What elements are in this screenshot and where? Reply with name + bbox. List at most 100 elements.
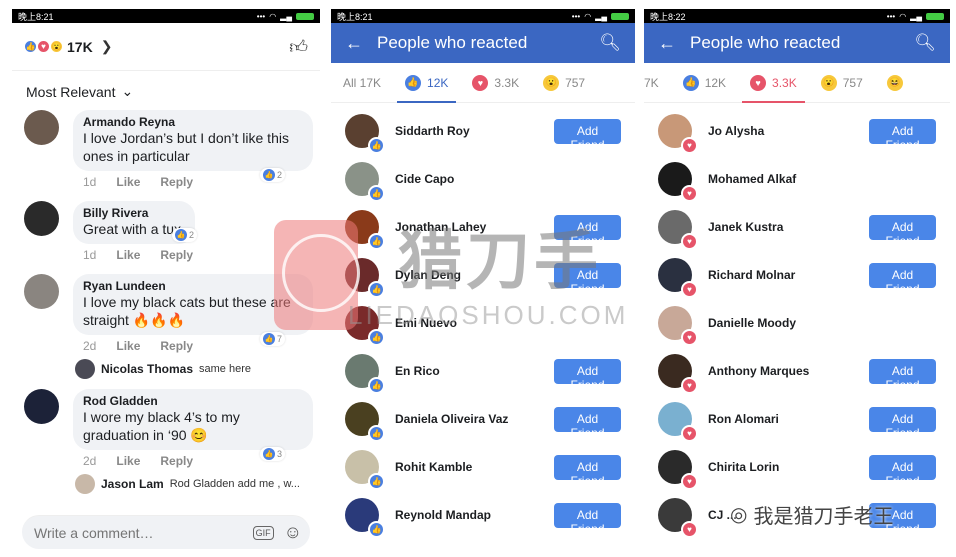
tab-like[interactable]: 👍 12K (393, 63, 460, 103)
reply-preview[interactable]: Jason Lam Rod Gladden add me , w... (75, 474, 320, 494)
tab-love[interactable]: ♥ 3.3K (460, 63, 531, 102)
like-icon: 👍 (263, 448, 275, 460)
person-avatar[interactable]: ♥ (658, 498, 698, 538)
commenter-name[interactable]: Billy Rivera (83, 206, 185, 220)
reaction-tabs: 7K 👍 12K ♥ 3.3K 😮 757 😆 (644, 63, 950, 103)
signature-text: 我是猎刀手老王 (753, 506, 894, 528)
comment-like-count[interactable]: 👍 2 (260, 168, 286, 182)
comment-like-count[interactable]: 👍 3 (260, 447, 286, 461)
reply-author: Jason Lam (101, 477, 164, 491)
person-name[interactable]: Reynold Mandap (395, 508, 554, 522)
comment-like-count[interactable]: 👍 2 (172, 228, 198, 242)
reply-link[interactable]: Reply (160, 339, 193, 353)
comment-age: 1d (83, 175, 97, 189)
person-row: ♥ Jo Alysha Add Friend (644, 107, 950, 155)
reply-link[interactable]: Reply (160, 248, 193, 262)
add-friend-button[interactable]: Add Friend (869, 118, 936, 152)
tab-all[interactable]: 7K (644, 63, 671, 102)
person-name[interactable]: Ron Alomari (708, 412, 869, 426)
search-icon[interactable]: 🔍︎ (599, 33, 621, 53)
commenter-avatar[interactable] (24, 274, 59, 309)
reaction-total: 17K (67, 38, 93, 55)
person-name[interactable]: Siddarth Roy (395, 124, 554, 138)
commenter-name[interactable]: Armando Reyna (83, 115, 303, 129)
person-avatar[interactable]: ♥ (658, 162, 698, 202)
back-arrow-icon[interactable]: ← (658, 33, 676, 54)
person-avatar[interactable]: ♥ (658, 114, 698, 154)
person-avatar[interactable]: 👍 (345, 402, 385, 442)
person-avatar[interactable]: 👍 (345, 354, 385, 394)
status-time: 晚上8:22 (650, 11, 686, 22)
like-icon: 👍 (263, 333, 275, 345)
commenter-avatar[interactable] (24, 201, 59, 236)
reactions-header: 👍 ♥ 😮 17K ❯ 👍︎ (12, 23, 320, 71)
add-friend-button[interactable]: Add Friend (554, 118, 621, 152)
person-avatar[interactable]: ♥ (658, 402, 698, 442)
person-name[interactable]: Chirita Lorin (708, 460, 869, 474)
like-link[interactable]: Like (116, 454, 140, 468)
status-bar: 晚上8:21 ••• ◠ ▂▄ (12, 9, 320, 23)
gif-button[interactable]: GIF (252, 525, 274, 540)
add-friend-button[interactable]: Add Friend (554, 358, 621, 392)
comment-like-count[interactable]: 👍 7 (260, 332, 286, 346)
person-name[interactable]: Daniela Oliveira Vaz (395, 412, 554, 426)
emoji-icon[interactable]: ☺ (284, 522, 302, 543)
person-name[interactable]: Jo Alysha (708, 124, 869, 138)
tab-wow[interactable]: 😮 757 (809, 63, 875, 102)
like-link[interactable]: Like (116, 339, 140, 353)
add-friend-button[interactable]: Add Friend (869, 262, 936, 296)
sort-dropdown[interactable]: Most Relevant ⌄ (12, 71, 320, 110)
person-avatar[interactable]: ♥ (658, 450, 698, 490)
commenter-name[interactable]: Rod Gladden (83, 394, 303, 408)
love-badge-icon: ♥ (681, 377, 698, 394)
person-avatar[interactable]: ♥ (658, 258, 698, 298)
add-friend-button[interactable]: Add Friend (554, 502, 621, 536)
battery-icon (926, 12, 944, 20)
add-friend-button[interactable]: Add Friend (554, 406, 621, 440)
tab-label: 757 (842, 75, 863, 90)
love-badge-icon: ♥ (681, 233, 698, 250)
add-friend-button[interactable]: Add Friend (554, 454, 621, 488)
tab-love[interactable]: ♥ 3.3K (738, 63, 809, 103)
person-name[interactable]: Richard Molnar (708, 268, 869, 282)
person-name[interactable]: Anthony Marques (708, 364, 869, 378)
reply-preview[interactable]: Nicolas Thomas same here (75, 359, 320, 379)
person-avatar[interactable]: ♥ (658, 354, 698, 394)
person-avatar[interactable]: 👍 (345, 498, 385, 538)
person-avatar[interactable]: 👍 (345, 114, 385, 154)
tab-all[interactable]: All 17K (331, 63, 393, 102)
reply-text: Rod Gladden add me , w... (169, 478, 300, 490)
person-avatar[interactable]: 👍 (345, 162, 385, 202)
person-name[interactable]: En Rico (395, 364, 554, 378)
tab-wow[interactable]: 😮 757 (531, 63, 597, 102)
commenter-avatar[interactable] (24, 110, 59, 145)
like-link[interactable]: Like (116, 175, 140, 189)
back-arrow-icon[interactable]: ← (345, 33, 363, 54)
commenter-name[interactable]: Ryan Lundeen (83, 279, 303, 293)
like-link[interactable]: Like (116, 248, 140, 262)
add-friend-button[interactable]: Add Friend (869, 454, 936, 488)
reply-link[interactable]: Reply (160, 454, 193, 468)
tab-like[interactable]: 👍 12K (671, 63, 738, 102)
like-button-icon[interactable]: 👍︎ (289, 36, 308, 58)
add-friend-button[interactable]: Add Friend (869, 406, 936, 440)
person-name[interactable]: Cide Capo (395, 172, 621, 186)
add-friend-button[interactable]: Add Friend (869, 214, 936, 248)
person-name[interactable]: Rohit Kamble (395, 460, 554, 474)
tab-haha[interactable]: 😆 (875, 63, 921, 102)
comment-input[interactable] (34, 524, 253, 541)
person-avatar[interactable]: ♥ (658, 210, 698, 250)
like-badge-icon: 👍 (368, 137, 385, 154)
commenter-avatar[interactable] (24, 389, 59, 424)
person-name[interactable]: Danielle Moody (708, 316, 936, 330)
reactions-summary[interactable]: 👍 ♥ 😮 17K ❯ (24, 38, 112, 55)
search-icon[interactable]: 🔍︎ (914, 33, 936, 53)
add-friend-button[interactable]: Add Friend (869, 358, 936, 392)
love-icon: ♥ (750, 74, 767, 91)
person-avatar[interactable]: ♥ (658, 306, 698, 346)
person-avatar[interactable]: 👍 (345, 450, 385, 490)
person-name[interactable]: Janek Kustra (708, 220, 869, 234)
more-icon: ••• (886, 11, 896, 21)
reply-link[interactable]: Reply (160, 175, 193, 189)
person-name[interactable]: Mohamed Alkaf (708, 172, 936, 186)
